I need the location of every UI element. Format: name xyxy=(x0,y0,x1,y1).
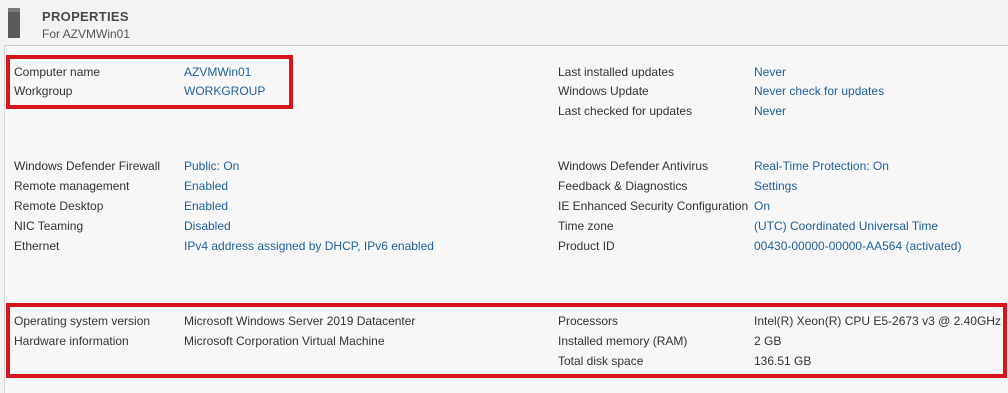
page-subtitle: For AZVMWin01 xyxy=(42,27,131,41)
nic-teaming-link[interactable]: Disabled xyxy=(184,219,231,233)
ethernet-label: Ethernet xyxy=(14,239,60,253)
remote-management-label: Remote management xyxy=(14,179,130,193)
feedback-diagnostics-link[interactable]: Settings xyxy=(754,179,797,193)
disk-space-label: Total disk space xyxy=(558,354,644,368)
product-id-link[interactable]: 00430-00000-00000-AA564 (activated) xyxy=(754,239,961,253)
workgroup-label: Workgroup xyxy=(14,84,73,98)
server-icon xyxy=(8,8,20,38)
memory-label: Installed memory (RAM) xyxy=(558,334,688,348)
nic-teaming-label: NIC Teaming xyxy=(14,219,84,233)
computer-name-label: Computer name xyxy=(14,65,101,79)
os-version-value: Microsoft Windows Server 2019 Datacenter xyxy=(184,314,416,328)
time-zone-link[interactable]: (UTC) Coordinated Universal Time xyxy=(754,219,938,233)
firewall-link[interactable]: Public: On xyxy=(184,159,239,173)
last-installed-updates-link[interactable]: Never xyxy=(754,65,786,79)
processors-label: Processors xyxy=(558,314,619,328)
properties-header: PROPERTIES For AZVMWin01 xyxy=(0,0,1008,44)
windows-update-label: Windows Update xyxy=(558,84,649,98)
antivirus-label: Windows Defender Antivirus xyxy=(558,159,709,173)
antivirus-link[interactable]: Real-Time Protection: On xyxy=(754,159,889,173)
os-version-label: Operating system version xyxy=(14,314,151,328)
time-zone-label: Time zone xyxy=(558,219,614,233)
hardware-info-label: Hardware information xyxy=(14,334,129,348)
remote-desktop-link[interactable]: Enabled xyxy=(184,199,228,213)
last-checked-updates-label: Last checked for updates xyxy=(558,104,693,118)
firewall-label: Windows Defender Firewall xyxy=(14,159,161,173)
ethernet-link[interactable]: IPv4 address assigned by DHCP, IPv6 enab… xyxy=(184,239,434,253)
remote-management-link[interactable]: Enabled xyxy=(184,179,228,193)
processors-value: Intel(R) Xeon(R) CPU E5-2673 v3 @ 2.40GH… xyxy=(754,314,1001,328)
product-id-label: Product ID xyxy=(558,239,615,253)
disk-space-value: 136.51 GB xyxy=(754,354,812,368)
workgroup-link[interactable]: WORKGROUP xyxy=(184,84,265,98)
computer-name-link[interactable]: AZVMWin01 xyxy=(184,65,251,79)
ie-security-label: IE Enhanced Security Configuration xyxy=(558,199,749,213)
windows-update-link[interactable]: Never check for updates xyxy=(754,84,884,98)
last-checked-updates-link[interactable]: Never xyxy=(754,104,786,118)
hardware-info-value: Microsoft Corporation Virtual Machine xyxy=(184,334,385,348)
memory-value: 2 GB xyxy=(754,334,782,348)
ie-security-link[interactable]: On xyxy=(754,199,770,213)
last-installed-updates-label: Last installed updates xyxy=(558,65,675,79)
feedback-diagnostics-label: Feedback & Diagnostics xyxy=(558,179,688,193)
page-title: PROPERTIES xyxy=(42,9,129,24)
remote-desktop-label: Remote Desktop xyxy=(14,199,104,213)
